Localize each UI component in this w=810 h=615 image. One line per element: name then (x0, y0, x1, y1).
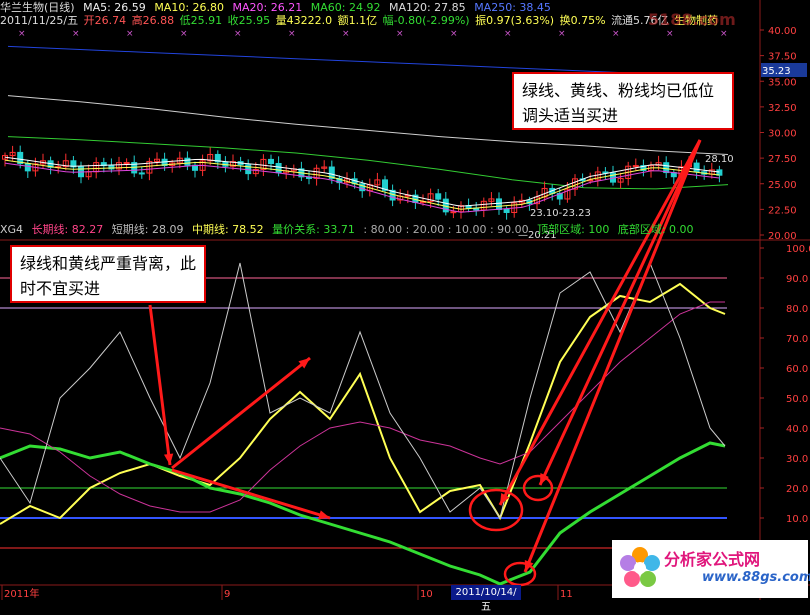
change-label: 幅-0.80(-2.99%) (382, 14, 470, 27)
mid-line-label: 中期线: 78.52 (191, 223, 264, 236)
vp-label: 量价关系: 33.71 (272, 223, 355, 236)
signal-mark: × (288, 29, 296, 39)
arrow-down-green (171, 468, 331, 520)
indicator-tick-label: 80.0 (786, 304, 808, 315)
candlestick (268, 158, 274, 164)
low-label: 低25.91 (179, 14, 223, 27)
arrow-to-green (523, 139, 702, 573)
candlestick (275, 162, 282, 174)
price-tick-label: 35.00 (768, 77, 797, 88)
date-label: 2011/11/25/五 (0, 14, 79, 27)
amount-label: 额1.1亿 (337, 14, 378, 27)
signal-mark: × (720, 29, 728, 39)
xaxis-label: 11 (560, 589, 573, 600)
signal-mark: × (612, 29, 620, 39)
candlestick (496, 198, 502, 210)
indicator-tick-label: 70.0 (786, 334, 808, 345)
signal-mark: × (450, 29, 458, 39)
candlestick (632, 165, 639, 168)
high-label: 高26.88 (131, 14, 175, 27)
short-line-label: 短期线: 28.09 (111, 223, 184, 236)
close-label: 收25.95 (227, 14, 271, 27)
xaxis-label: 10 (420, 589, 433, 600)
bottom-zone-label: 底部区域: 0.00 (617, 223, 694, 236)
signal-mark: × (504, 29, 512, 39)
volume-label: 量43222.0 (275, 14, 333, 27)
candlestick (24, 163, 31, 172)
signal-mark: × (666, 29, 674, 39)
candlestick (138, 172, 145, 175)
current-price-label: 35.23 (762, 66, 791, 77)
logo-url: www.88gs.com (702, 570, 810, 585)
last-annotation: 28.10 (705, 154, 734, 165)
signal-mark: × (126, 29, 134, 39)
price-tick-label: 30.00 (768, 129, 797, 140)
selected-date-label: 2011/10/14/五 (451, 585, 521, 613)
indicator-tick-label: 10.0 (786, 514, 808, 525)
turnover-label: 换0.75% (559, 14, 606, 27)
indicator-tick-label: 30.0 (786, 454, 808, 465)
price-tick-label: 27.50 (768, 154, 797, 165)
signal-mark: × (234, 29, 242, 39)
indicator-name: XG4 (0, 223, 24, 236)
arrow-callout-left (148, 304, 172, 466)
site-logo: 分析家公式网 www.88gs.com (612, 540, 810, 598)
price-annotation: 23.10-23.23 (530, 208, 591, 219)
signal-mark: × (18, 29, 26, 39)
signal-mark: × (396, 29, 404, 39)
indicator-tick-label: 50.0 (786, 394, 808, 405)
watermark: 5188.com (648, 10, 736, 29)
signal-mark: × (342, 29, 350, 39)
indicator-tick-label: 90.0 (786, 274, 808, 285)
xaxis-label: 9 (224, 589, 230, 600)
indicator-tick-label: 20.0 (786, 484, 808, 495)
indicator-tick-label: 40.0 (786, 424, 808, 435)
candlestick (435, 193, 442, 200)
xaxis-label: 2011年 (4, 587, 39, 600)
indicator-line-long (0, 301, 725, 513)
circle-green (503, 561, 537, 587)
price-tick-label: 25.00 (768, 180, 797, 191)
long-line-label: 长期线: 82.27 (31, 223, 104, 236)
candlestick (693, 162, 700, 173)
top-zone-label: 顶部区域: 100 (537, 223, 610, 236)
ohlc-header: 2011/11/25/五 开26.74 高26.88 低25.91 收25.95… (0, 13, 760, 28)
price-tick-label: 22.50 (768, 205, 797, 216)
flower-icon (620, 547, 660, 587)
price-tick-label: 32.50 (768, 103, 797, 114)
divergence-callout: 绿线和黄线严重背离，此时不宜买进 (10, 245, 206, 303)
signal-mark: × (72, 29, 80, 39)
arrow-up-yellow (171, 356, 311, 470)
arrow-down-green-head (318, 510, 330, 520)
signal-mark: × (180, 29, 188, 39)
levels-label: : 80.00 : 20.00 : 10.00 : 90.00 (363, 223, 529, 236)
indicator-tick-label: 60.0 (786, 364, 808, 375)
amplitude-label: 振0.97(3.63%) (475, 14, 555, 27)
logo-name: 分析家公式网 (664, 550, 761, 569)
open-label: 开26.74 (83, 14, 127, 27)
price-tick-label: 37.50 (768, 52, 797, 63)
price-tick-label: 40.00 (768, 26, 797, 37)
candlestick (184, 157, 191, 166)
candlestick (450, 211, 457, 214)
candlestick (503, 208, 510, 213)
buy-callout: 绿线、黄线、粉线均已低位调头适当买进 (512, 72, 734, 130)
signal-mark: × (558, 29, 566, 39)
candlestick (123, 162, 130, 165)
indicator-tick-label: 100.0 (786, 244, 810, 255)
indicator-header: XG4 长期线: 82.27 短期线: 28.09 中期线: 78.52 量价关… (0, 222, 760, 237)
price-tick-label: 20.00 (768, 231, 797, 242)
